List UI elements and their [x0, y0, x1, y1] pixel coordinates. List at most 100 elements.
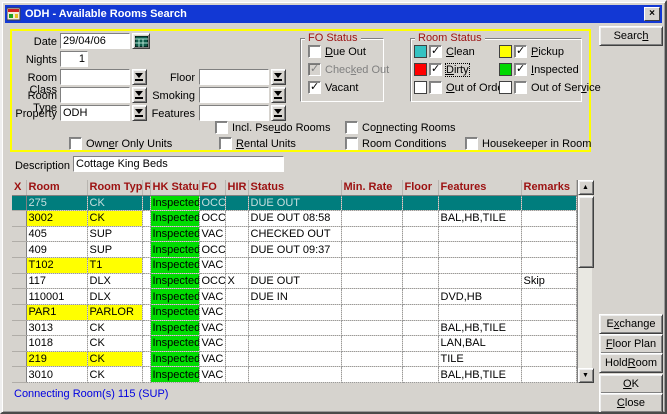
description-input[interactable] — [73, 156, 284, 172]
calendar-button[interactable] — [132, 33, 150, 49]
features-label: Features — [145, 108, 195, 120]
close-button-bottom[interactable]: Close — [599, 393, 663, 413]
col-header-floor[interactable]: Floor — [402, 180, 438, 195]
floor-plan-button[interactable]: Floor Plan — [599, 334, 663, 354]
table-row[interactable]: 1018CKInspectedVACLAN,BAL — [12, 336, 576, 352]
out-of-order-checkbox[interactable]: Out of Order — [414, 81, 507, 94]
col-header-x[interactable]: X — [12, 180, 26, 195]
col-header-remarks[interactable]: Remarks — [521, 180, 576, 195]
exchange-button[interactable]: Exchange — [599, 314, 663, 334]
table-row[interactable]: T102T1InspectedVAC — [12, 258, 576, 274]
cell-hir — [225, 304, 248, 320]
housekeeper-in-room-checkbox[interactable]: Housekeeper in Room — [465, 137, 591, 150]
smoking-input[interactable] — [199, 87, 269, 103]
rental-units-checkbox[interactable]: Rental Units — [219, 137, 296, 150]
room-type-input[interactable] — [60, 87, 130, 103]
col-header-features[interactable]: Features — [438, 180, 521, 195]
row-selector-cell[interactable] — [12, 226, 26, 242]
cell-r — [142, 195, 150, 211]
row-selector-cell[interactable] — [12, 367, 26, 383]
out-of-service-checkbox[interactable]: Out of Service — [499, 81, 601, 94]
col-header-room[interactable]: Room — [26, 180, 87, 195]
row-selector-cell[interactable] — [12, 258, 26, 274]
checkbox-box — [514, 63, 527, 76]
cell-hir — [225, 336, 248, 352]
row-selector-cell[interactable] — [12, 211, 26, 227]
ok-button[interactable]: OK — [599, 374, 663, 394]
connecting-rooms-checkbox[interactable]: Connecting Rooms — [345, 121, 456, 134]
floor-dropdown-button[interactable] — [271, 69, 286, 85]
col-header-room-type[interactable]: Room Type — [87, 180, 142, 195]
cell-status: DUE IN — [248, 289, 341, 305]
pickup-checkbox[interactable]: Pickup — [499, 45, 564, 58]
floor-input[interactable] — [199, 69, 269, 85]
col-header-hk-status[interactable]: HK Status — [150, 180, 199, 195]
close-button[interactable]: × — [644, 7, 660, 21]
col-header-min-rate[interactable]: Min. Rate — [341, 180, 402, 195]
property-input[interactable] — [60, 105, 130, 121]
cell-room: 409 — [26, 242, 87, 258]
dirty-checkbox[interactable]: Dirty — [414, 63, 469, 76]
table-row[interactable]: 117DLXInspectedOCCXDUE OUTSkip — [12, 273, 576, 289]
cell-features: TILE — [438, 351, 521, 367]
col-header-r[interactable]: R — [142, 180, 150, 195]
col-header-hir[interactable]: HIR — [225, 180, 248, 195]
due-out-checkbox[interactable]: Due Out — [308, 45, 366, 58]
room-class-input[interactable] — [60, 69, 130, 85]
dropdown-icon — [135, 91, 144, 99]
incl-pseudo-rooms-checkbox[interactable]: Incl. Pseudo Rooms — [215, 121, 330, 134]
row-selector-cell[interactable] — [12, 304, 26, 320]
row-selector-cell[interactable] — [12, 273, 26, 289]
table-row[interactable]: 219CKInspectedVACTILE — [12, 351, 576, 367]
nights-input[interactable] — [60, 51, 88, 67]
app-icon — [7, 7, 21, 21]
cell-features — [438, 195, 521, 211]
vacant-checkbox[interactable]: Vacant — [308, 81, 358, 94]
table-row[interactable]: 405SUPInspectedVACCHECKED OUT — [12, 226, 576, 242]
row-selector-cell[interactable] — [12, 351, 26, 367]
cell-min-rate — [341, 273, 402, 289]
table-row[interactable]: 275CKInspectedOCCDUE OUT — [12, 195, 576, 211]
table-row[interactable]: PAR1PARLORInspectedVAC — [12, 304, 576, 320]
cell-hir — [225, 242, 248, 258]
cell-room-type: DLX — [87, 273, 142, 289]
col-header-status[interactable]: Status — [248, 180, 341, 195]
cell-hk-status: Inspected — [150, 226, 199, 242]
checked-out-checkbox[interactable]: Checked Out — [308, 63, 389, 76]
cell-features — [438, 273, 521, 289]
cell-fo: VAC — [199, 320, 225, 336]
features-input[interactable] — [199, 105, 269, 121]
vertical-scrollbar[interactable]: ▲ ▼ — [577, 180, 593, 383]
row-selector-cell[interactable] — [12, 289, 26, 305]
owner-only-units-checkbox[interactable]: Owner Only Units — [69, 137, 172, 150]
table-row[interactable]: 409SUPInspectedOCCDUE OUT 09:37 — [12, 242, 576, 258]
row-selector-cell[interactable] — [12, 320, 26, 336]
scroll-up-button[interactable]: ▲ — [578, 180, 594, 195]
cell-fo: VAC — [199, 289, 225, 305]
table-row[interactable]: 3002CKInspectedOCCDUE OUT 08:58BAL,HB,TI… — [12, 211, 576, 227]
row-selector-cell[interactable] — [12, 242, 26, 258]
cell-hir: X — [225, 273, 248, 289]
cell-status — [248, 367, 341, 383]
row-selector-cell[interactable] — [12, 336, 26, 352]
row-selector-cell[interactable] — [12, 195, 26, 211]
search-button[interactable]: Search — [599, 26, 663, 46]
cell-room: 3010 — [26, 367, 87, 383]
col-header-fo[interactable]: FO — [199, 180, 225, 195]
features-dropdown-button[interactable] — [271, 105, 286, 121]
scrollbar-thumb[interactable] — [578, 196, 594, 268]
table-row[interactable]: 3010CKInspectedVACBAL,HB,TILE — [12, 367, 576, 383]
scroll-down-button[interactable]: ▼ — [578, 368, 594, 383]
fo-status-title: FO Status — [305, 32, 361, 44]
table-row[interactable]: 3013CKInspectedVACBAL,HB,TILE — [12, 320, 576, 336]
cell-room-type: SUP — [87, 226, 142, 242]
date-input[interactable] — [60, 33, 130, 49]
clean-checkbox[interactable]: Clean — [414, 45, 475, 58]
inspected-checkbox[interactable]: Inspected — [499, 63, 579, 76]
out-of-service-color-swatch — [499, 81, 512, 94]
cell-fo: OCC — [199, 242, 225, 258]
smoking-dropdown-button[interactable] — [271, 87, 286, 103]
table-row[interactable]: 110001DLXInspectedVACDUE INDVD,HB — [12, 289, 576, 305]
hold-room-button[interactable]: Hold Room — [599, 353, 663, 373]
room-conditions-checkbox[interactable]: Room Conditions — [345, 137, 446, 150]
